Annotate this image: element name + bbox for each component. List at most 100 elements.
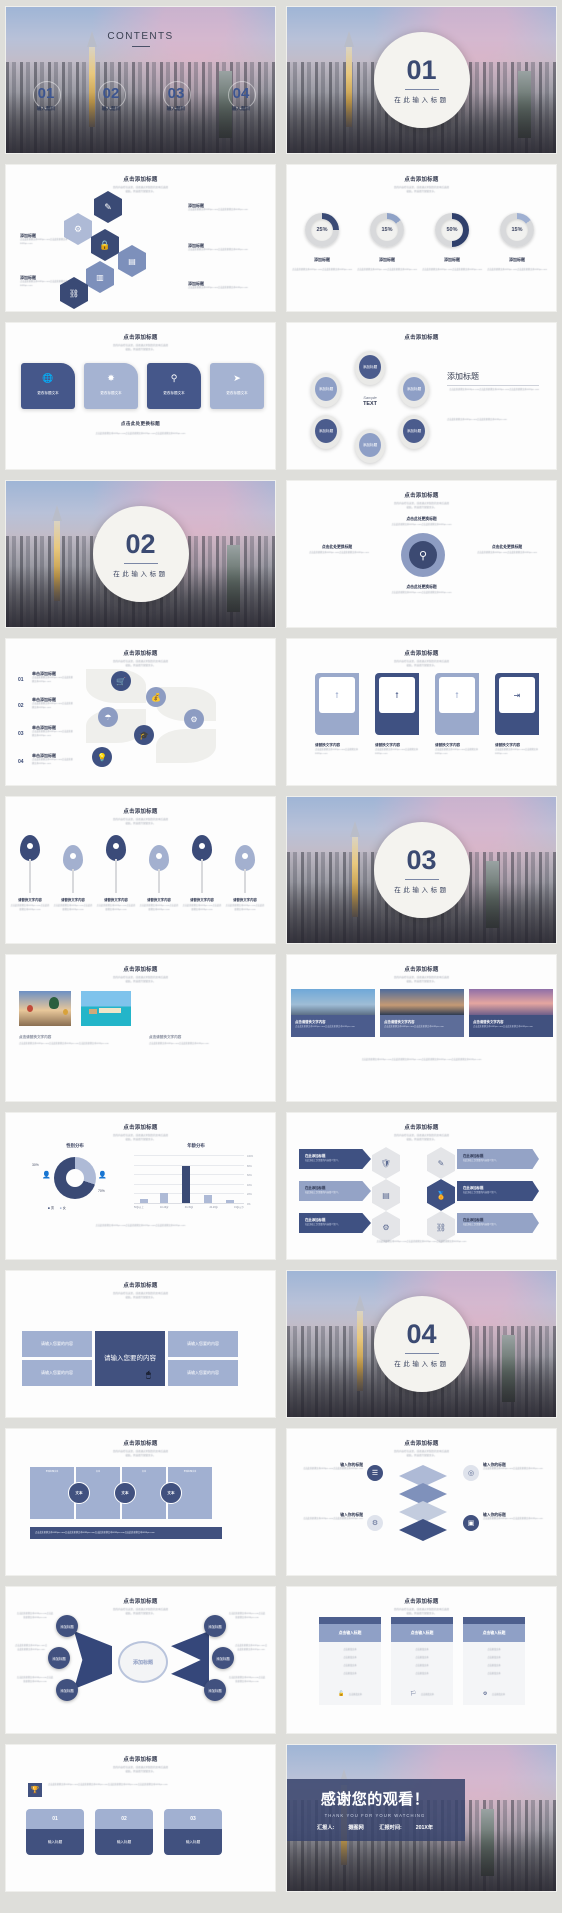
node[interactable]: 添加标题 bbox=[56, 1615, 78, 1637]
hex-badge[interactable]: ✎ bbox=[427, 1147, 455, 1179]
list-icon[interactable]: ☰ bbox=[367, 1465, 383, 1481]
donut-chart[interactable]: 25% bbox=[305, 213, 339, 247]
arrow-item[interactable]: 在此添加标题 在此添加上次需要的内容简介简介。 bbox=[457, 1181, 539, 1201]
ribbon-panel[interactable]: ⇥ bbox=[495, 673, 539, 735]
donut-chart[interactable]: 50% bbox=[435, 213, 469, 247]
list-item[interactable]: 01 单击添加标题 点击此处更换文本6699pic.com点击此处更换文本669… bbox=[18, 671, 74, 685]
price-column[interactable]: 点击输入标题 点击更改文本 点击更改文本 点击更改文本 点击更改文本 🔓 点击更… bbox=[319, 1617, 381, 1705]
list-item[interactable]: 03 单击添加标题 点击此处更换文本6699pic.com点击此处更换文本669… bbox=[18, 725, 74, 739]
feature-card[interactable]: 🌐 更改标题文本 bbox=[21, 363, 75, 409]
slide-six-pin-timeline[interactable]: 点击添加标题 您的内容打在这里，或者通过复制您的文本后选择 粘贴，并选择只保留文… bbox=[5, 796, 276, 944]
slide-petal-circle-diagram[interactable]: 点击添加标题 添加标题 添加标题 添加标题 添加标题 添加标题 添加标题 Sam… bbox=[286, 322, 557, 470]
arrow-item[interactable]: 在此添加标题 在此添加上次需要的内容简介简介。 bbox=[457, 1213, 539, 1233]
target-icon[interactable]: ◎ bbox=[463, 1465, 479, 1481]
node-label[interactable]: 文本 bbox=[160, 1482, 182, 1504]
price-column[interactable]: 点击输入标题 点击更改文本 点击更改文本 点击更改文本 点击更改文本 ⚙ 点击更… bbox=[463, 1617, 525, 1705]
layer-item[interactable]: 输入你的标题 点击此处更换文本6699pic.com点击此处更换文本6699pi… bbox=[301, 1463, 363, 1472]
arrow-item[interactable]: 在此添加标题 在此添加上次需要的内容简介简介。 bbox=[457, 1149, 539, 1169]
grid-block[interactable]: 请输入您要的内容 bbox=[168, 1331, 238, 1357]
hex-lock[interactable]: 🔒 bbox=[91, 229, 119, 261]
graduation-cap-icon[interactable]: 🎓 bbox=[134, 725, 154, 745]
photo-tropical-island[interactable] bbox=[81, 991, 131, 1026]
slide-three-price-columns[interactable]: 点击添加标题 您的内容打在这里，或者通过复制您的文本后选择 粘贴，并选择只保留文… bbox=[286, 1586, 557, 1734]
money-bag-icon[interactable]: 💰 bbox=[146, 687, 166, 707]
slide-section-divider-02[interactable]: 02 在此输入标题 bbox=[5, 480, 276, 628]
photo-card[interactable]: 点击请替换文字内容 点击此处更换文本6699pic.com点击此处更换文本669… bbox=[291, 989, 375, 1037]
slide-stacked-layers-diagram[interactable]: 点击添加标题 您的内容打在这里，或者通过复制您的文本后选择 粘贴，并选择只保留文… bbox=[286, 1428, 557, 1576]
node[interactable]: 添加标题 bbox=[56, 1679, 78, 1701]
contents-number[interactable]: 03 bbox=[152, 85, 200, 102]
slide-section-divider-04[interactable]: 04 在此输入标题 bbox=[286, 1270, 557, 1418]
slide-five-column-text-table[interactable]: 点击添加标题 您的内容打在这里，或者通过复制您的文本后选择 粘贴，并选择只保留文… bbox=[5, 1428, 276, 1576]
cart-icon[interactable]: 🛒 bbox=[111, 671, 131, 691]
center-node[interactable]: 添加标题 bbox=[118, 1641, 168, 1683]
monitor-icon[interactable]: ▣ bbox=[463, 1515, 479, 1531]
hex-badge[interactable]: 🏅 bbox=[427, 1179, 455, 1211]
gear-icon[interactable]: ⚙ bbox=[367, 1515, 383, 1531]
map-pin-icon[interactable] bbox=[192, 835, 212, 861]
slide-three-photo-cards[interactable]: 点击添加标题 您的内容打在这里，或者通过复制您的文本后选择 粘贴，并选择只保留文… bbox=[286, 954, 557, 1102]
ribbon-panel[interactable]: ꝉ bbox=[435, 673, 479, 735]
slide-four-rounded-cards[interactable]: 点击添加标题 您的内容打在这里，或者通过复制您的文本后选择 粘贴，并选择只保留文… bbox=[5, 322, 276, 470]
step-block[interactable]: 01 输入标题 bbox=[26, 1809, 84, 1855]
list-item[interactable]: 04 单击添加标题 点击此处更换文本6699pic.com点击此处更换文本669… bbox=[18, 753, 74, 767]
slide-thank-you-closing[interactable]: 感谢您的观看！ THANK YOU FOR YOUR WATCHING 汇报人:… bbox=[286, 1744, 557, 1892]
layer-item[interactable]: 输入你的标题 点击此处更换文本6699pic.com点击此处更换文本6699pi… bbox=[483, 1513, 545, 1522]
ribbon-panel[interactable]: ꝉ bbox=[315, 673, 359, 735]
slide-hex-arrow-items[interactable]: 点击添加标题 您的内容打在这里，或者通过复制您的文本后选择 粘贴，并选择只保留文… bbox=[286, 1112, 557, 1260]
map-pin-icon[interactable] bbox=[235, 845, 255, 871]
ribbon-panel[interactable]: ꝉ bbox=[375, 673, 419, 735]
slide-donut-percentages[interactable]: 点击添加标题 您的内容打在这里，或者通过复制您的文本后选择 粘贴，并选择只保留文… bbox=[286, 164, 557, 312]
map-pin-icon[interactable] bbox=[106, 835, 126, 861]
slide-hexagon-infographic[interactable]: 点击添加标题 您的内容打在这里，或者通过复制您的文本后选择 粘贴，并选择只保留文… bbox=[5, 164, 276, 312]
step-block[interactable]: 03 输入标题 bbox=[164, 1809, 222, 1855]
contents-number[interactable]: 02 bbox=[87, 85, 135, 102]
slide-demographics-charts[interactable]: 点击添加标题 您的内容打在这里，或者通过复制您的文本后选择 粘贴，并选择只保留文… bbox=[5, 1112, 276, 1260]
pie-chart[interactable] bbox=[54, 1157, 96, 1199]
hex-document[interactable]: ▤ bbox=[118, 245, 146, 277]
bulb-icon[interactable]: 💡 bbox=[92, 747, 112, 767]
hex-badge[interactable]: ▤ bbox=[372, 1179, 400, 1211]
node[interactable]: 添加标题 bbox=[204, 1679, 226, 1701]
col-cta[interactable]: 点击更改文本 bbox=[349, 1694, 362, 1696]
map-pin-icon[interactable] bbox=[63, 845, 83, 871]
contents-number[interactable]: 04 bbox=[217, 85, 265, 102]
slide-three-step-blocks[interactable]: 点击添加标题 您的内容打在这里，或者通过复制您的文本后选择 粘贴，并选择只保留文… bbox=[5, 1744, 276, 1892]
bar-chart[interactable] bbox=[134, 1155, 244, 1204]
node[interactable]: 添加标题 bbox=[48, 1647, 70, 1669]
feature-card[interactable]: ✸ 更改标题文本 bbox=[84, 363, 138, 409]
hex-badge[interactable]: ⚙ bbox=[372, 1211, 400, 1243]
slide-five-block-grid[interactable]: 点击添加标题 您的内容打在这里，或者通过复制您的文本后选择 粘贴，并选择只保留文… bbox=[5, 1270, 276, 1418]
slide-contents-cover[interactable]: CONTENTS 01 02 03 04 输入题目 输入题目 输入题目 输入题目 bbox=[5, 6, 276, 154]
grid-block[interactable]: 请输入您要的内容 bbox=[22, 1331, 92, 1357]
gear-icon[interactable]: ⚙ bbox=[184, 709, 204, 729]
col-cta[interactable]: 点击更改文本 bbox=[492, 1694, 505, 1696]
photo-card[interactable]: 点击请替换文字内容 点击此处更换文本6699pic.com点击此处更换文本669… bbox=[380, 989, 464, 1037]
arrow-item[interactable]: 在此添加标题 在此添加上次需要的内容简介简介。 bbox=[299, 1149, 371, 1169]
layer-item[interactable]: 输入你的标题 点击此处更换文本6699pic.com点击此处更换文本6699pi… bbox=[483, 1463, 545, 1472]
node-label[interactable]: 文本 bbox=[68, 1482, 90, 1504]
slide-section-divider-03[interactable]: 03 在此输入标题 bbox=[286, 796, 557, 944]
arrow-item[interactable]: 在此添加标题 在此添加上次需要的内容简介简介。 bbox=[299, 1213, 371, 1233]
grid-block[interactable]: 请输入您要的内容 bbox=[168, 1360, 238, 1386]
step-block[interactable]: 02 输入标题 bbox=[95, 1809, 153, 1855]
photo-hot-air-balloons[interactable] bbox=[19, 991, 71, 1026]
node[interactable]: 添加标题 bbox=[204, 1615, 226, 1637]
slide-converging-arrows-diagram[interactable]: 点击添加标题 您的内容打在这里，或者通过复制您的文本后选择 粘贴，并选择只保留文… bbox=[5, 1586, 276, 1734]
layer-item[interactable]: 输入你的标题 点击此处更换文本6699pic.com点击此处更换文本6699pi… bbox=[301, 1513, 363, 1522]
price-column[interactable]: 点击输入标题 点击更改文本 点击更改文本 点击更改文本 点击更改文本 🏳 点击更… bbox=[391, 1617, 453, 1705]
slide-section-divider-01[interactable]: 01 在此输入标题 bbox=[286, 6, 557, 154]
list-item[interactable]: 02 单击添加标题 点击此处更换文本6699pic.com点击此处更换文本669… bbox=[18, 697, 74, 711]
hex-badge[interactable]: ⛓ bbox=[427, 1211, 455, 1243]
feature-card[interactable]: ⚲ 更改标题文本 bbox=[147, 363, 201, 409]
hex-badge[interactable]: 🛡 bbox=[372, 1147, 400, 1179]
node[interactable]: 添加标题 bbox=[212, 1647, 234, 1669]
hex-edit[interactable]: ✎ bbox=[94, 191, 122, 223]
arrow-item[interactable]: 在此添加标题 在此添加上次需要的内容简介简介。 bbox=[299, 1181, 371, 1201]
grid-block-center[interactable]: 请输入您要的内容 bbox=[95, 1331, 165, 1386]
map-pin-icon[interactable] bbox=[149, 845, 169, 871]
map-pin-icon[interactable] bbox=[20, 835, 40, 861]
col-cta[interactable]: 点击更改文本 bbox=[421, 1694, 434, 1696]
hex-chart[interactable]: ▥ bbox=[86, 261, 114, 293]
photo-card[interactable]: 点击请替换文字内容 点击此处更换文本6699pic.com点击此处更换文本669… bbox=[469, 989, 553, 1037]
